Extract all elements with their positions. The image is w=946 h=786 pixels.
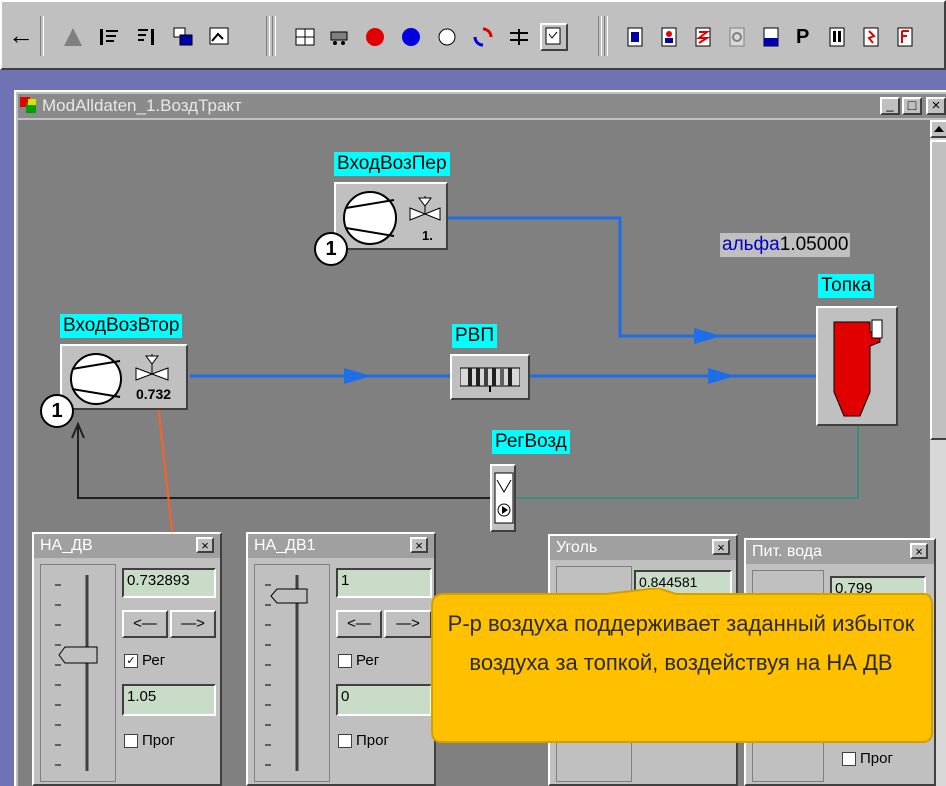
na-dv1-reg-checkbox[interactable]: Рег — [338, 652, 379, 669]
alpha-value: 1.05000 — [779, 234, 849, 255]
topka-label: Топка — [818, 274, 875, 298]
panel-na-dv-title[interactable]: НА_ДВ — [34, 534, 220, 558]
panel-na-dv: НА_ДВ × 0.732893 <— —> ✓ Рег 1.05 Прог — [32, 532, 222, 786]
na-dv1-prog-label: Прог — [356, 732, 389, 749]
panel-na-dv-close[interactable]: × — [196, 537, 214, 553]
na-dv-reg-checkbox[interactable]: ✓ Рег — [124, 652, 165, 669]
na-dv-reg-check-mark: ✓ — [124, 654, 138, 669]
alpha-readout: альфа1.05000 — [720, 233, 851, 257]
furnace-icon — [833, 319, 883, 417]
na-dv1-left-button[interactable]: <— — [336, 610, 382, 638]
panel-pit-voda-title[interactable]: Пит. вода — [746, 540, 934, 564]
vhod-vos-vtor-block[interactable]: 0.732 — [60, 344, 188, 410]
na-dv1-reg-label: Рег — [356, 652, 380, 669]
vhod-vos-per-block[interactable]: 1. — [334, 182, 448, 250]
panel-ugol-title[interactable]: Уголь — [550, 536, 736, 560]
topka-block[interactable] — [816, 306, 898, 426]
na-dv-left-button[interactable]: <— — [122, 610, 168, 638]
pit-voda-prog-checkbox[interactable]: Прог — [842, 750, 893, 767]
rvp-block[interactable] — [450, 354, 530, 400]
vhod-vos-vtor-label: ВходВозВтор — [60, 314, 183, 338]
na-dv1-right-button[interactable]: —> — [384, 610, 432, 638]
vhod-vos-vtor-value: 0.732 — [136, 386, 172, 402]
panel-na-dv1-close[interactable]: × — [410, 537, 428, 553]
damper-icon — [135, 354, 169, 381]
na-dv-prog-checkbox[interactable]: Прог — [124, 732, 175, 749]
reg-vozd-label: РегВозд — [492, 430, 570, 454]
na-dv-right-button[interactable]: —> — [170, 610, 216, 638]
na-dv-prog-label: Прог — [142, 732, 175, 749]
panel-pit-voda-close[interactable]: × — [910, 543, 928, 559]
na-dv-setpoint-field[interactable]: 1.05 — [122, 684, 216, 716]
damper-icon — [409, 196, 441, 221]
reg-vozd-block[interactable] — [490, 464, 516, 532]
na-dv1-slider[interactable] — [254, 564, 330, 782]
rvp-label: РВП — [452, 324, 498, 348]
pit-voda-prog-label: Прог — [860, 750, 893, 767]
na-dv-reg-label: Рег — [142, 652, 166, 669]
panel-na-dv1-title[interactable]: НА_ДВ1 — [248, 534, 434, 558]
regulator-icon — [494, 472, 514, 524]
na-dv-value-field[interactable]: 0.732893 — [122, 568, 216, 598]
na-dv1-value-field[interactable]: 1 — [336, 568, 432, 598]
na-dv1-setpoint-field[interactable]: 0 — [336, 684, 432, 716]
panel-na-dv1: НА_ДВ1 × 1 <— —> Рег 0 Прог — [246, 532, 436, 786]
vhod-vos-per-value: 1. — [422, 228, 433, 243]
vhod-vos-per-badge: 1 — [314, 232, 348, 266]
na-dv-slider[interactable] — [40, 564, 116, 782]
panel-ugol-close[interactable]: × — [712, 539, 730, 555]
tooltip-text: Р-р воздуха поддерживает заданный избыто… — [447, 611, 915, 675]
vhod-vos-vtor-badge: 1 — [40, 394, 74, 428]
alpha-label: альфа — [722, 234, 780, 255]
fan-icon — [343, 191, 397, 245]
fan-icon — [70, 353, 122, 405]
na-dv1-prog-checkbox[interactable]: Прог — [338, 732, 389, 749]
heat-exchanger-icon — [460, 367, 520, 392]
vhod-vos-per-label: ВходВозПер — [334, 152, 450, 176]
tooltip-callout: Р-р воздуха поддерживает заданный избыто… — [426, 588, 936, 746]
